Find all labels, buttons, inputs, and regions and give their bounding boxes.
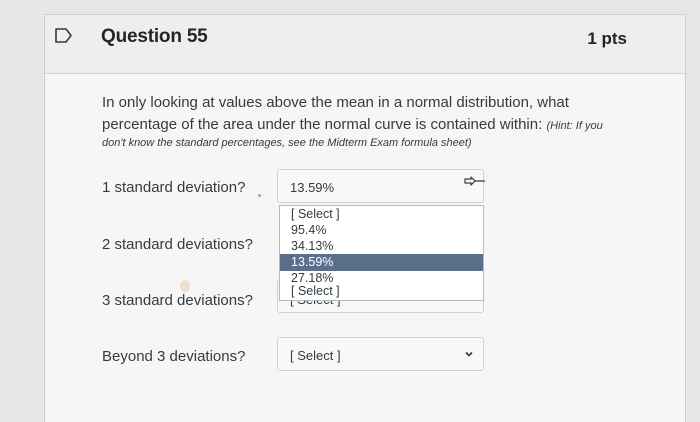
bookmark-flag-icon[interactable] — [55, 28, 72, 43]
dot-marker — [258, 194, 261, 197]
question-points: 1 pts — [587, 29, 627, 48]
dropdown-option[interactable]: [ Select ] — [280, 285, 483, 299]
question-header: Question 55 1 pts — [45, 15, 685, 74]
chevron-down-icon — [465, 351, 473, 357]
select-1sd-value: 13.59% — [290, 180, 335, 195]
dropdown-option[interactable]: 34.13% — [280, 238, 483, 255]
hint-continued: don't know the standard percentages, see… — [102, 137, 472, 149]
question-text: In only looking at values above the mean… — [102, 92, 632, 137]
dropdown-option-highlighted[interactable]: 13.59% — [280, 254, 483, 271]
question-body: In only looking at values above the mean… — [102, 94, 569, 133]
select-2sd-dropdown[interactable]: [ Select ] 95.4% 34.13% 13.59% 27.18% [ … — [279, 205, 484, 301]
dropdown-option[interactable]: 95.4% — [280, 222, 483, 239]
pointer-hand-icon — [464, 176, 485, 186]
select-beyond3[interactable]: [ Select ] — [277, 337, 484, 371]
hint-inline: (Hint: If you — [546, 120, 603, 132]
dropdown-option[interactable]: [ Select ] — [280, 206, 483, 223]
row-label-beyond3: Beyond 3 deviations? — [102, 348, 246, 365]
question-card: Question 55 1 pts In only looking at val… — [44, 14, 686, 422]
question-title: Question 55 — [101, 26, 208, 47]
smudge-mark — [180, 280, 190, 292]
row-label-2sd: 2 standard deviations? — [102, 236, 253, 253]
select-1sd[interactable]: 13.59% — [277, 169, 484, 203]
row-label-1sd: 1 standard deviation? — [102, 179, 246, 196]
select-beyond3-value: [ Select ] — [290, 348, 341, 363]
row-label-3sd: 3 standard deviations? — [102, 292, 253, 309]
